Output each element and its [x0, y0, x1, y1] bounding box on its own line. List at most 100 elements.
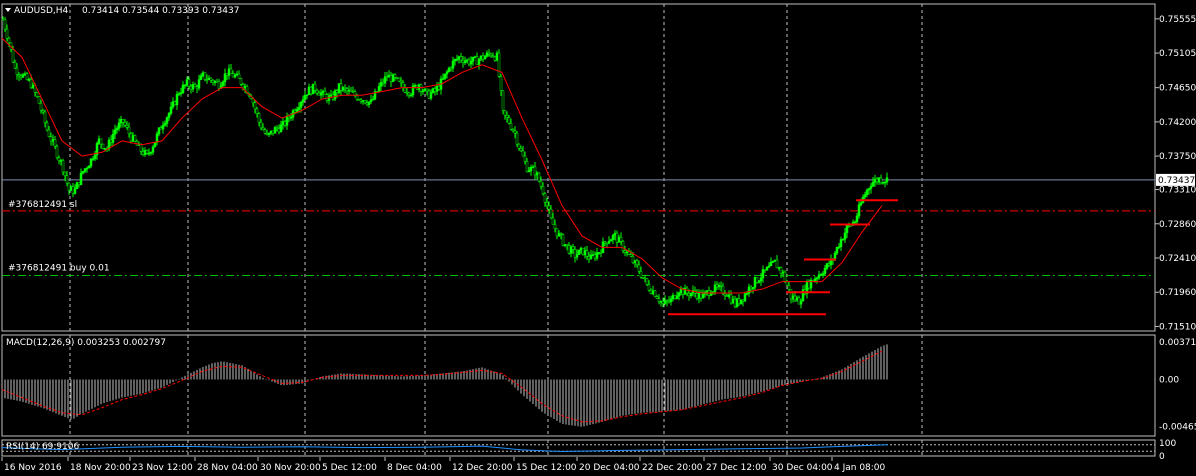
candle-body	[461, 59, 465, 64]
candle-body	[667, 300, 671, 303]
candle-body	[401, 82, 405, 89]
candle-body	[479, 55, 483, 60]
candle-body	[85, 167, 89, 170]
candle-body	[815, 277, 819, 280]
candle-body	[211, 80, 215, 83]
candle-body	[131, 135, 135, 142]
candle-body	[469, 61, 473, 65]
candle-body	[615, 232, 619, 243]
candle-body	[789, 289, 793, 300]
candle-body	[753, 277, 757, 288]
candle-body	[541, 185, 545, 194]
candle-body	[413, 84, 417, 87]
candles	[1, 16, 889, 309]
candle-body	[99, 138, 103, 145]
candle-body	[123, 122, 127, 126]
candle-body	[539, 180, 543, 187]
candle-body	[839, 239, 843, 247]
candle-body	[183, 84, 187, 87]
macd-tick-label: 0.00	[1159, 375, 1179, 385]
candle-body	[645, 278, 649, 285]
candle-body	[445, 71, 449, 75]
candle-body	[731, 298, 735, 304]
candle-body	[277, 128, 281, 133]
candle-body	[713, 284, 717, 292]
candle-body	[637, 264, 641, 272]
candle-body	[863, 194, 867, 198]
candle-body	[761, 269, 765, 279]
candle-body	[243, 86, 247, 89]
candle-body	[71, 186, 75, 194]
candle-body	[141, 151, 145, 155]
candle-body	[661, 301, 665, 304]
candle-body	[317, 92, 321, 96]
candle-body	[89, 158, 93, 167]
candle-body	[175, 93, 179, 105]
candle-body	[557, 233, 561, 237]
candle-body	[27, 79, 31, 81]
candle-body	[877, 177, 881, 183]
candle-body	[467, 59, 471, 65]
candle-body	[507, 117, 511, 124]
candle-body	[223, 73, 227, 83]
candle-body	[695, 292, 699, 299]
candle-body	[881, 182, 885, 184]
candle-body	[577, 249, 581, 255]
candle-body	[303, 95, 307, 100]
candle-body	[13, 61, 17, 69]
candle-body	[561, 234, 565, 246]
candle-body	[665, 300, 669, 302]
candle-body	[531, 166, 535, 169]
candle-body	[397, 77, 401, 82]
candle-body	[209, 77, 213, 81]
candle-body	[265, 133, 269, 135]
candle-body	[259, 121, 263, 129]
candle-body	[775, 259, 779, 269]
candle-body	[499, 76, 503, 92]
candle-body	[739, 299, 743, 304]
candle-body	[737, 298, 741, 304]
candle-body	[7, 38, 11, 44]
candle-body	[547, 205, 551, 210]
candle-body	[625, 251, 629, 254]
candle-body	[69, 186, 73, 191]
candle-body	[505, 114, 509, 118]
candle-body	[355, 95, 359, 100]
rsi-line	[1, 444, 889, 453]
candle-body	[663, 300, 667, 304]
time-tick-label: 15 Dec 12:00	[516, 463, 577, 473]
candle-body	[383, 76, 387, 84]
candle-body	[275, 127, 279, 129]
candle-body	[23, 73, 27, 75]
price-tick-label: 0.71510	[1159, 322, 1196, 332]
candle-body	[653, 290, 657, 297]
candle-body	[73, 188, 77, 194]
candle-body	[745, 293, 749, 295]
candle-body	[67, 182, 71, 191]
symbol-title: AUDUSD,H4	[14, 6, 69, 16]
candle-body	[51, 139, 55, 142]
candle-body	[793, 295, 797, 301]
candle-body	[421, 90, 425, 93]
candle-body	[443, 73, 447, 79]
candle-body	[757, 280, 761, 283]
macd-histogram	[1, 344, 888, 427]
candle-body	[311, 83, 315, 95]
menu-triangle-icon[interactable]	[5, 8, 11, 12]
candle-body	[459, 56, 463, 61]
candle-body	[39, 103, 43, 111]
candle-body	[497, 52, 501, 77]
candle-body	[649, 289, 653, 294]
candle-body	[845, 225, 849, 234]
time-tick-label: 28 Nov 04:00	[197, 463, 258, 473]
candle-body	[261, 127, 265, 131]
candle-body	[17, 74, 21, 77]
candle-body	[741, 299, 745, 302]
candle-body	[465, 59, 469, 62]
candle-body	[203, 72, 207, 80]
candle-body	[321, 90, 325, 94]
candle-body	[631, 256, 635, 263]
candle-body	[489, 53, 493, 57]
candle-body	[613, 232, 617, 236]
candle-body	[155, 133, 159, 143]
